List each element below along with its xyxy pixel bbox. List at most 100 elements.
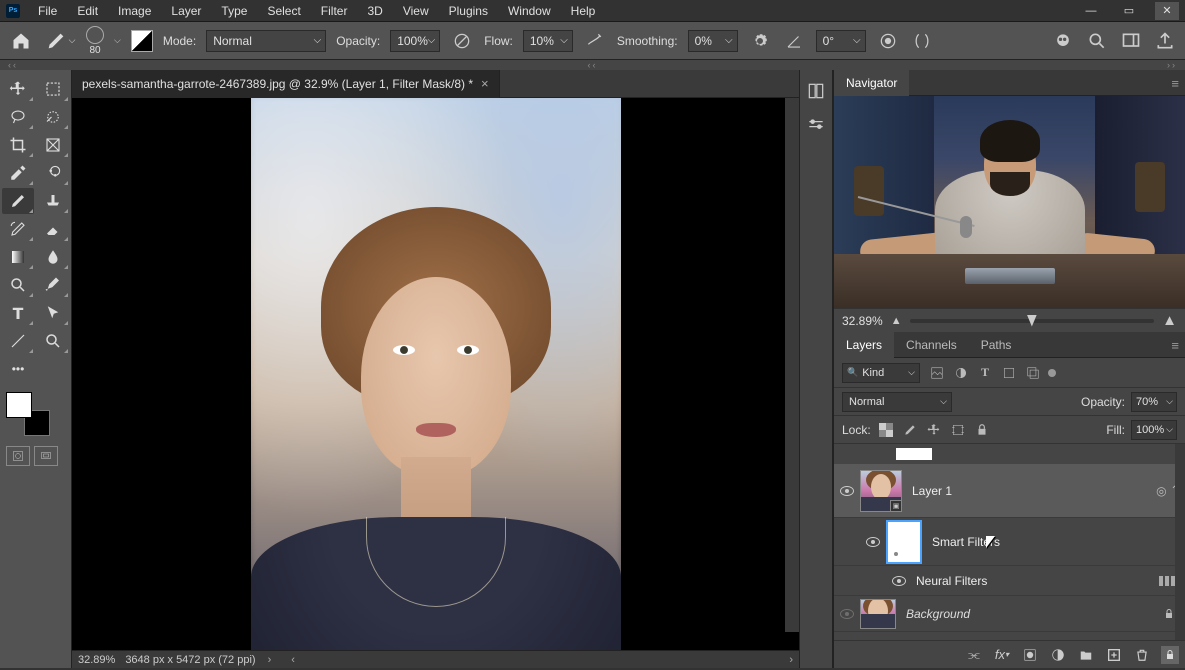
history-brush-tool[interactable] [2,216,34,242]
workspace-icon[interactable] [1119,29,1143,53]
layer-row-layer1[interactable]: ▣ Layer 1 ◎ ⌃ [834,464,1185,518]
move-tool[interactable] [2,76,34,102]
document-close-icon[interactable]: × [481,76,489,91]
menu-view[interactable]: View [393,2,439,20]
pen-tool[interactable] [37,272,69,298]
menu-image[interactable]: Image [108,2,161,20]
gradient-tool[interactable] [2,244,34,270]
symmetry-icon[interactable] [910,29,934,53]
history-panel-icon[interactable] [805,80,827,102]
lock-transparency-icon[interactable] [877,421,895,439]
lock-position-icon[interactable] [925,421,943,439]
menu-plugins[interactable]: Plugins [439,2,498,20]
filter-pixel-icon[interactable] [928,364,946,382]
navigator-preview[interactable] [834,96,1185,308]
layer-filter-kind[interactable]: Kind [842,363,920,383]
visibility-toggle-icon[interactable] [866,537,880,547]
adjustments-panel-icon[interactable] [805,114,827,136]
airbrush-icon[interactable] [583,29,607,53]
pressure-size-icon[interactable] [876,29,900,53]
zoom-out-icon[interactable]: ▲ [891,315,902,327]
eyedropper-tool[interactable] [2,160,34,186]
layer-row-neuralfilters[interactable]: Neural Filters [834,566,1185,596]
menu-edit[interactable]: Edit [67,2,108,20]
filter-smart-icon[interactable] [1024,364,1042,382]
filter-toggle-icon[interactable] [1048,369,1056,377]
path-select-tool[interactable] [37,300,69,326]
smoothing-gear-icon[interactable] [748,29,772,53]
group-icon[interactable] [1077,646,1095,664]
mode-select[interactable]: Normal [206,30,326,52]
lock-artboard-icon[interactable] [949,421,967,439]
background-layer-name[interactable]: Background [906,607,970,621]
visibility-toggle-icon[interactable] [840,609,854,619]
navigator-zoom-slider[interactable] [910,319,1155,323]
layer-opacity-input[interactable]: 70% [1131,392,1177,412]
status-scroll-right[interactable]: › [789,654,793,666]
menu-type[interactable]: Type [211,2,257,20]
brush-tool[interactable] [2,188,34,214]
dodge-tool[interactable] [2,272,34,298]
color-swatches[interactable] [6,392,50,436]
canvas-scrollbar-vertical[interactable] [785,98,799,632]
share-icon[interactable] [1153,29,1177,53]
pressure-opacity-icon[interactable] [450,29,474,53]
blend-mode-select[interactable]: Normal [842,392,952,412]
status-zoom[interactable]: 32.89% [78,654,115,666]
zoom-tool[interactable] [37,328,69,354]
filter-blending-icon[interactable] [1159,576,1175,586]
menu-window[interactable]: Window [498,2,561,20]
type-tool[interactable] [2,300,34,326]
visibility-toggle-icon[interactable] [892,576,906,586]
menu-layer[interactable]: Layer [161,2,211,20]
new-layer-icon[interactable] [1105,646,1123,664]
filter-mask-strip[interactable] [834,444,1185,464]
layer-row-smartfilters[interactable]: Smart Filters [834,518,1185,566]
smoothing-input[interactable]: 0% [688,30,738,52]
status-arrow-icon[interactable]: › [268,654,272,666]
tab-channels[interactable]: Channels [894,332,969,358]
screenmode-toggle[interactable] [34,446,58,466]
foreground-swatch[interactable] [6,392,32,418]
maximize-button[interactable]: ▭ [1117,2,1141,20]
brush-preset-picker[interactable]: 80 [86,26,104,56]
navigator-menu-icon[interactable]: ≡ [1171,76,1179,91]
quickmask-toggle[interactable] [6,446,30,466]
opacity-input[interactable]: 100% [390,30,440,52]
crop-tool[interactable] [2,132,34,158]
menu-select[interactable]: Select [257,2,310,20]
lasso-tool[interactable] [2,104,34,130]
filter-adjust-icon[interactable] [952,364,970,382]
marquee-tool[interactable] [37,76,69,102]
tab-navigator[interactable]: Navigator [834,70,909,96]
navigator-zoom-value[interactable]: 32.89% [842,314,883,328]
close-button[interactable]: ✕ [1155,2,1179,20]
visibility-toggle-icon[interactable] [840,486,854,496]
layer-name[interactable]: Layer 1 [912,484,952,498]
menu-filter[interactable]: Filter [311,2,358,20]
angle-input[interactable]: 0° [816,30,866,52]
fill-input[interactable]: 100% [1131,420,1177,440]
link-layers-icon[interactable]: ⫘ [965,646,983,664]
adjustment-layer-icon[interactable] [1049,646,1067,664]
edit-toolbar[interactable]: ••• [2,356,34,382]
eraser-tool[interactable] [37,216,69,242]
flow-input[interactable]: 10% [523,30,573,52]
minimize-button[interactable]: — [1079,2,1103,20]
lock-footer-icon[interactable] [1161,646,1179,664]
lock-image-icon[interactable] [901,421,919,439]
neural-filters-label[interactable]: Neural Filters [916,574,987,588]
panel-collapse-grip[interactable]: ‹‹‹‹›› [0,60,1185,70]
zoom-in-icon[interactable]: ▲ [1162,312,1177,329]
filter-shape-icon[interactable] [1000,364,1018,382]
brush-tool-indicator[interactable]: ⌵ [44,27,76,55]
menu-3d[interactable]: 3D [357,2,392,20]
menu-file[interactable]: File [28,2,67,20]
layers-menu-icon[interactable]: ≡ [1171,338,1179,353]
brush-blend-icon[interactable] [131,30,153,52]
clone-stamp-tool[interactable] [37,188,69,214]
filter-type-icon[interactable]: T [976,364,994,382]
layer-thumbnail[interactable]: ▣ [860,470,902,512]
layers-scrollbar[interactable] [1175,444,1185,640]
menu-help[interactable]: Help [561,2,606,20]
